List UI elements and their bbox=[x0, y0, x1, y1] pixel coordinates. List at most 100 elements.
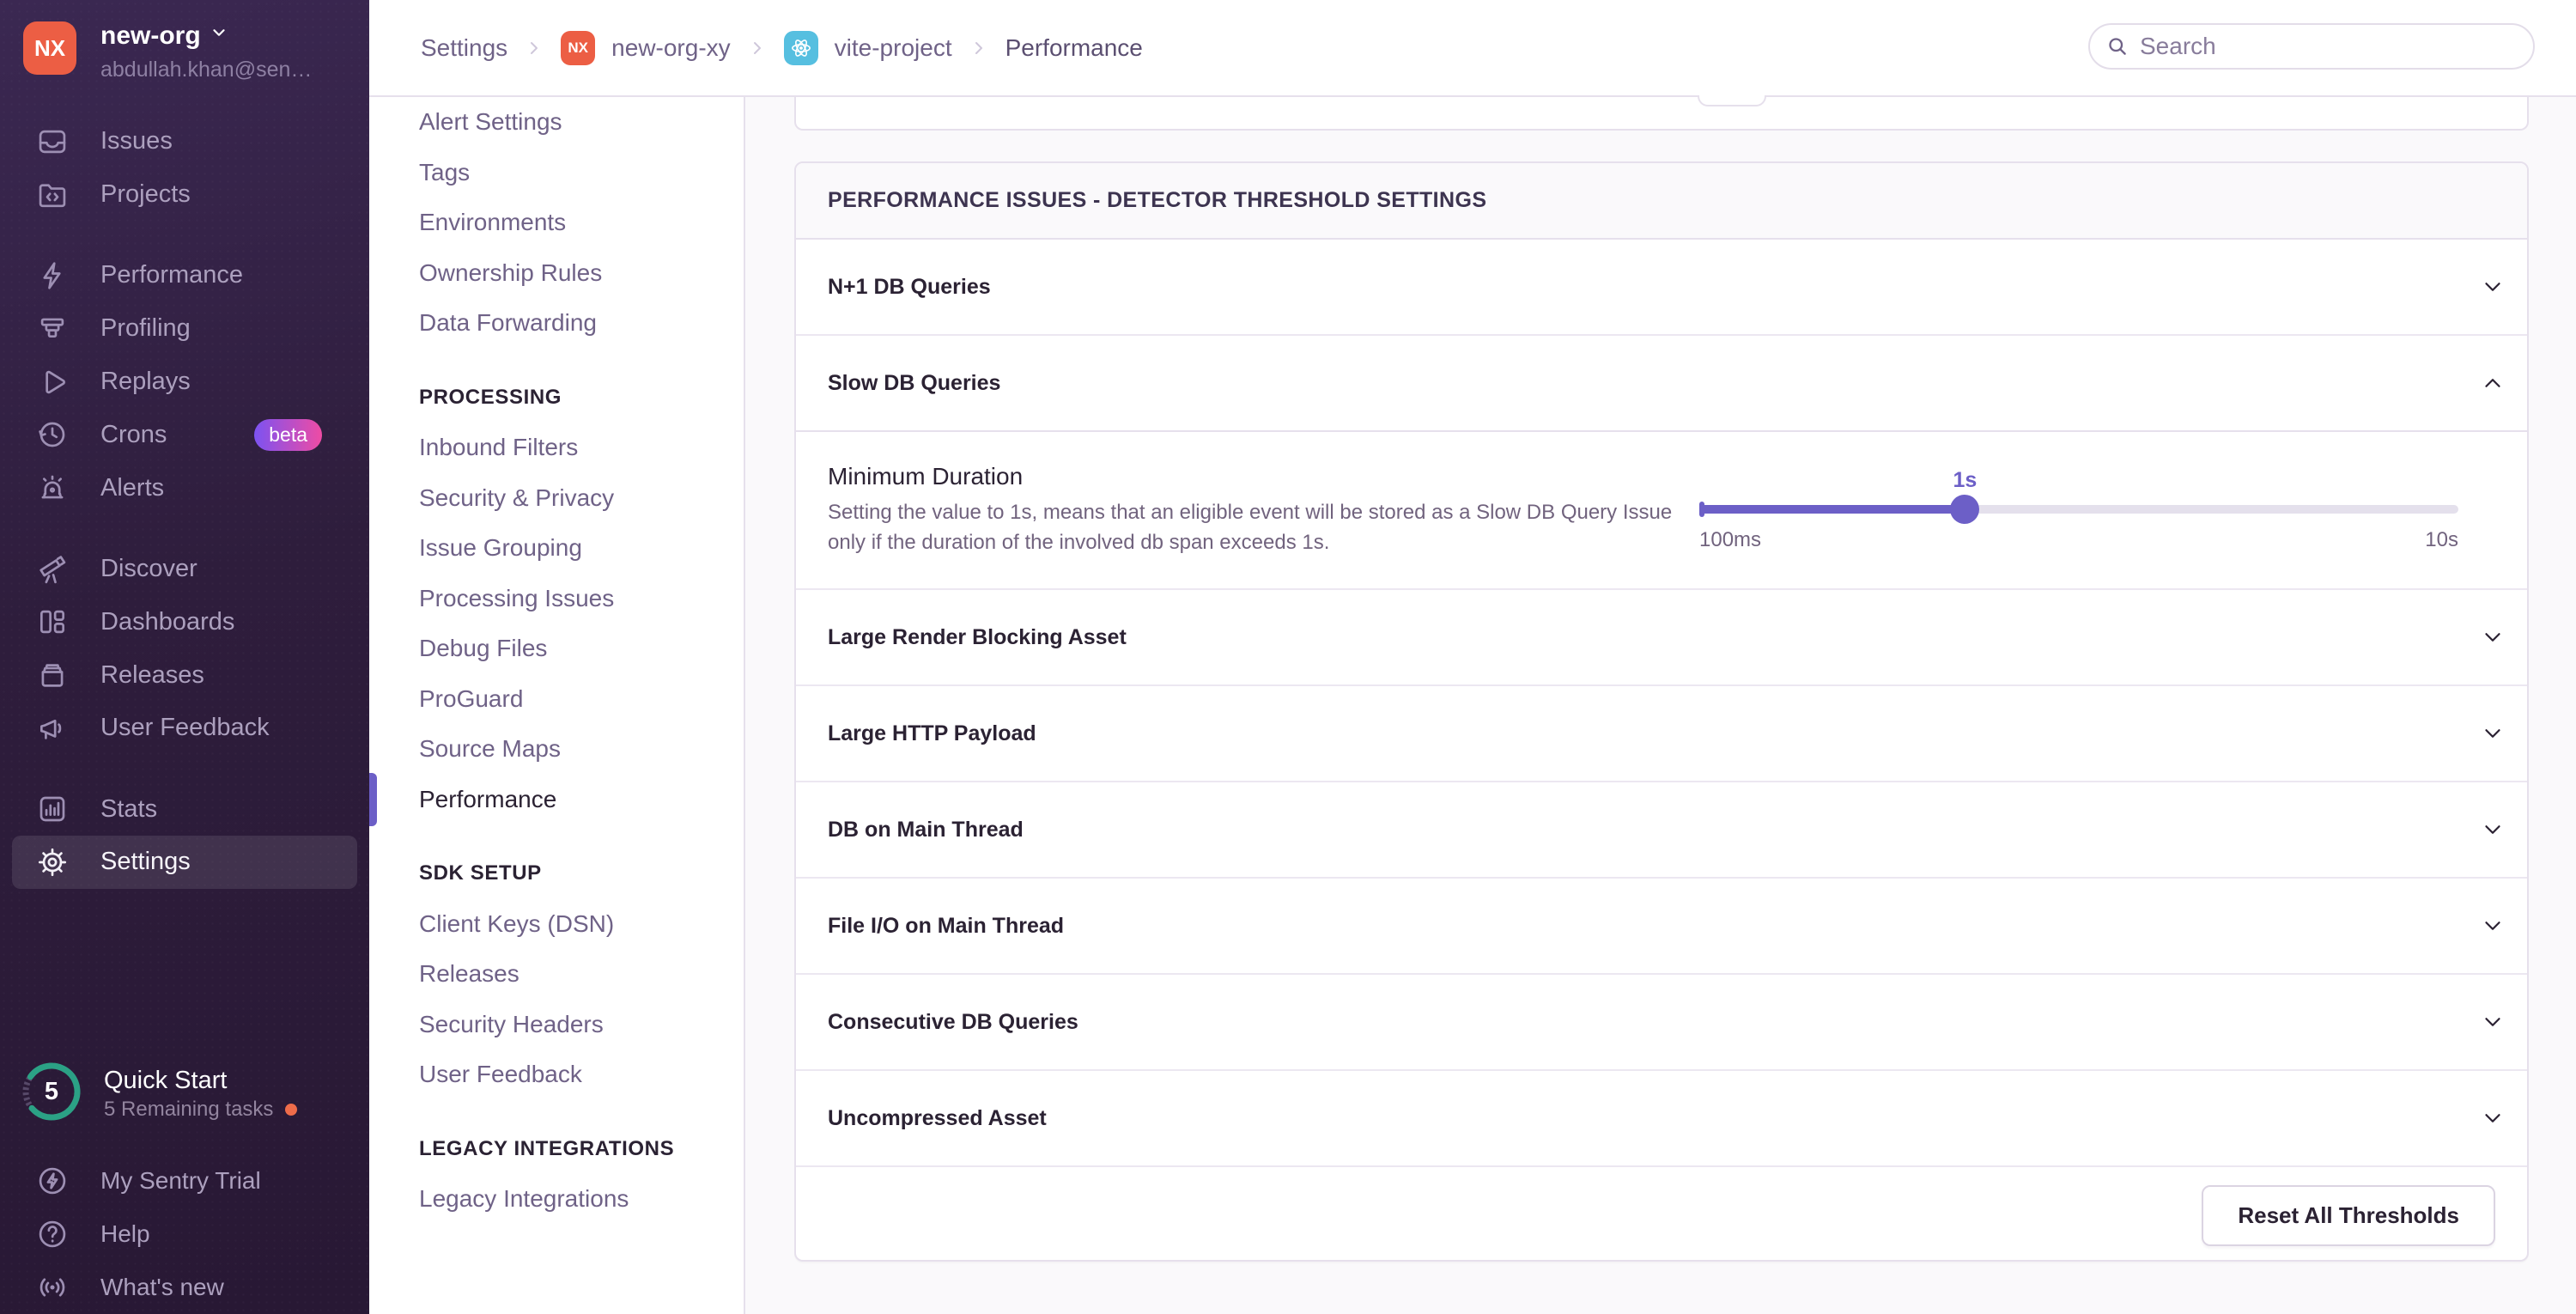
search-input[interactable] bbox=[2140, 33, 2518, 60]
nav-divider bbox=[0, 514, 369, 543]
sidebar-item-performance[interactable]: Performance bbox=[0, 249, 369, 302]
subnav-item-issue-grouping[interactable]: Issue Grouping bbox=[419, 523, 744, 574]
beta-badge: beta bbox=[254, 418, 322, 451]
settings-subnav: Alert Settings Tags Environments Ownersh… bbox=[369, 97, 745, 1314]
sidebar-item-label: Alerts bbox=[100, 473, 165, 502]
breadcrumb: Settings NX new-org-xy vite-project Perf… bbox=[421, 30, 1143, 65]
nav-divider bbox=[0, 222, 369, 250]
accordion-row-large-render-blocking-asset[interactable]: Large Render Blocking Asset bbox=[796, 590, 2527, 686]
sidebar-item-releases[interactable]: Releases bbox=[0, 648, 369, 702]
accordion-row-file-io-on-main-thread[interactable]: File I/O on Main Thread bbox=[796, 879, 2527, 975]
setting-title: Minimum Duration bbox=[828, 463, 1024, 490]
breadcrumb-separator-icon bbox=[524, 38, 544, 58]
quick-start[interactable]: 5 Quick Start 5 Remaining tasks bbox=[20, 1060, 355, 1128]
cut-off-button-fragment bbox=[1698, 95, 1766, 106]
sidebar-item-label: Settings bbox=[100, 848, 191, 876]
sidebar-item-user-feedback[interactable]: User Feedback bbox=[0, 702, 369, 755]
breadcrumb-settings[interactable]: Settings bbox=[421, 34, 507, 62]
sidebar-item-label: What's new bbox=[100, 1274, 224, 1300]
subnav-item-tags[interactable]: Tags bbox=[419, 148, 744, 198]
accordion-row-large-http-payload[interactable]: Large HTTP Payload bbox=[796, 686, 2527, 782]
accordion-row-consecutive-db-queries[interactable]: Consecutive DB Queries bbox=[796, 975, 2527, 1071]
notification-dot bbox=[285, 1104, 298, 1116]
accordion-row-n-plus-one-db-queries[interactable]: N+1 DB Queries bbox=[796, 240, 2527, 336]
subnav-heading-sdk-setup: SDK SETUP bbox=[419, 861, 542, 885]
nav-divider bbox=[0, 755, 369, 783]
org-mini-avatar: NX bbox=[561, 30, 596, 65]
subnav-item-releases[interactable]: Releases bbox=[419, 949, 744, 1000]
siren-icon bbox=[36, 471, 69, 504]
sidebar-item-issues[interactable]: Issues bbox=[0, 115, 369, 168]
sidebar-item-help[interactable]: Help bbox=[0, 1208, 369, 1261]
sidebar-item-label: Help bbox=[100, 1220, 150, 1247]
sidebar-item-stats[interactable]: Stats bbox=[0, 782, 369, 836]
subnav-item-client-keys[interactable]: Client Keys (DSN) bbox=[419, 899, 744, 950]
accordion-row-db-on-main-thread[interactable]: DB on Main Thread bbox=[796, 782, 2527, 879]
chevron-down-icon bbox=[2480, 274, 2506, 300]
dashboards-icon bbox=[36, 605, 69, 638]
sidebar-item-label: Crons bbox=[100, 420, 167, 448]
subnav-item-user-feedback[interactable]: User Feedback bbox=[419, 1049, 744, 1100]
chevron-down-icon bbox=[2480, 817, 2506, 843]
subnav-item-environments[interactable]: Environments bbox=[419, 198, 744, 248]
clock-icon bbox=[36, 418, 69, 451]
archive-icon bbox=[36, 659, 69, 691]
subnav-item-debug-files[interactable]: Debug Files bbox=[419, 624, 744, 674]
breadcrumb-org[interactable]: new-org-xy bbox=[611, 34, 730, 62]
subnav-item-security-headers[interactable]: Security Headers bbox=[419, 1000, 744, 1050]
sidebar-item-whats-new[interactable]: What's new bbox=[0, 1261, 369, 1314]
sidebar-item-label: Performance bbox=[100, 261, 244, 289]
subnav-item-ownership-rules[interactable]: Ownership Rules bbox=[419, 248, 744, 299]
subnav-item-proguard[interactable]: ProGuard bbox=[419, 674, 744, 725]
quick-start-subtitle: 5 Remaining tasks bbox=[104, 1098, 298, 1122]
detector-threshold-panel: PERFORMANCE ISSUES - DETECTOR THRESHOLD … bbox=[794, 161, 2529, 1262]
sidebar-item-label: Profiling bbox=[100, 314, 191, 343]
sidebar-item-discover[interactable]: Discover bbox=[0, 543, 369, 596]
org-email: abdullah.khan@sen… bbox=[100, 58, 313, 82]
chevron-down-icon bbox=[2480, 1105, 2506, 1131]
subnav-heading-legacy: LEGACY INTEGRATIONS bbox=[419, 1136, 675, 1160]
subnav-item-source-maps[interactable]: Source Maps bbox=[419, 724, 744, 775]
slider-thumb[interactable] bbox=[1950, 495, 1980, 524]
sidebar-item-profiling[interactable]: Profiling bbox=[0, 302, 369, 356]
quick-start-title: Quick Start bbox=[104, 1067, 228, 1094]
trial-lightning-icon bbox=[36, 1165, 69, 1197]
breadcrumb-separator-icon bbox=[969, 38, 989, 58]
subnav-item-inbound-filters[interactable]: Inbound Filters bbox=[419, 423, 744, 473]
subnav-item-legacy-integrations[interactable]: Legacy Integrations bbox=[419, 1174, 744, 1225]
subnav-item-security-privacy[interactable]: Security & Privacy bbox=[419, 473, 744, 524]
sidebar-item-label: Replays bbox=[100, 368, 191, 396]
top-header: Settings NX new-org-xy vite-project Perf… bbox=[369, 0, 2576, 97]
reset-all-thresholds-button[interactable]: Reset All Thresholds bbox=[2202, 1184, 2495, 1246]
panel-title: PERFORMANCE ISSUES - DETECTOR THRESHOLD … bbox=[796, 163, 2527, 240]
breadcrumb-separator-icon bbox=[747, 38, 768, 58]
play-icon bbox=[36, 366, 69, 398]
progress-ring: 5 bbox=[20, 1060, 83, 1123]
sidebar-item-my-sentry-trial[interactable]: My Sentry Trial bbox=[0, 1154, 369, 1208]
sidebar-item-label: My Sentry Trial bbox=[100, 1167, 261, 1194]
org-switcher[interactable]: NX new-org abdullah.khan@sen… bbox=[23, 20, 358, 82]
chevron-down-icon bbox=[2480, 721, 2506, 746]
slider-min-label: 100ms bbox=[1699, 528, 1762, 551]
sidebar-item-settings[interactable]: Settings bbox=[12, 836, 357, 889]
telescope-icon bbox=[36, 552, 69, 585]
breadcrumb-project[interactable]: vite-project bbox=[835, 34, 952, 62]
sidebar-item-projects[interactable]: Projects bbox=[0, 168, 369, 222]
subnav-item-data-forwarding[interactable]: Data Forwarding bbox=[419, 298, 744, 349]
accordion-row-uncompressed-asset[interactable]: Uncompressed Asset bbox=[796, 1071, 2527, 1167]
subnav-item-alert-settings[interactable]: Alert Settings bbox=[419, 97, 744, 148]
subnav-item-performance[interactable]: Performance bbox=[369, 772, 744, 826]
chevron-down-icon bbox=[2480, 624, 2506, 650]
sidebar-item-crons[interactable]: Crons beta bbox=[0, 408, 369, 461]
slider-fill bbox=[1699, 505, 1965, 514]
subnav-item-processing-issues[interactable]: Processing Issues bbox=[419, 574, 744, 624]
sidebar-item-label: Projects bbox=[100, 180, 191, 209]
sidebar-item-label: User Feedback bbox=[100, 714, 270, 742]
sidebar-item-dashboards[interactable]: Dashboards bbox=[0, 595, 369, 648]
sidebar-item-label: Discover bbox=[100, 554, 197, 582]
accordion-row-slow-db-queries[interactable]: Slow DB Queries bbox=[796, 336, 2527, 432]
bar-chart-icon bbox=[36, 793, 69, 825]
sidebar-item-alerts[interactable]: Alerts bbox=[0, 461, 369, 514]
search-box[interactable] bbox=[2088, 23, 2535, 70]
sidebar-item-replays[interactable]: Replays bbox=[0, 356, 369, 409]
